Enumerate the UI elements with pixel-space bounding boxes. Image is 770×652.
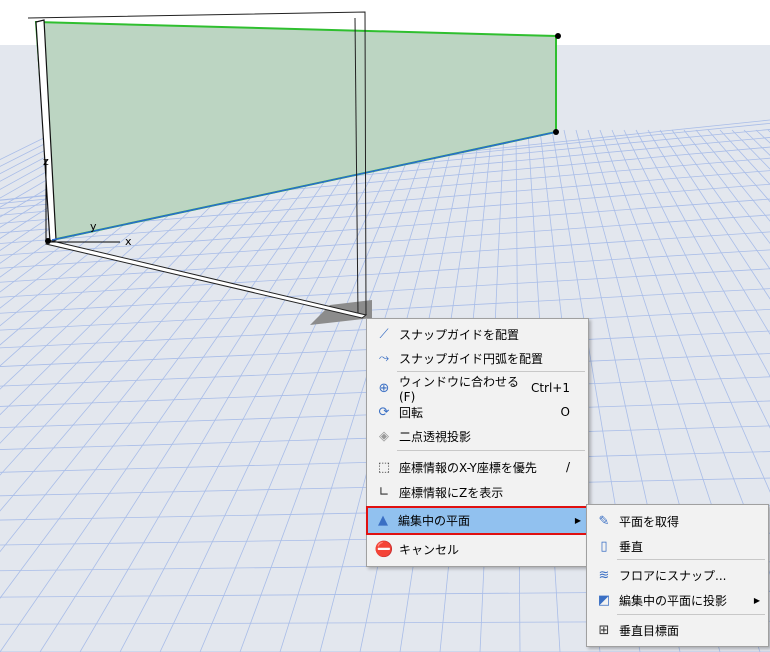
snap-guide-icon: ⟋ [379, 326, 389, 342]
cancel-icon: ⛔ [374, 540, 394, 558]
vertical-icon: ▯ [600, 538, 608, 554]
submenu-arrow-icon: ▶ [753, 595, 760, 605]
submenu-item-snap-floor[interactable]: ≋ フロアにスナップ... [589, 563, 766, 587]
menu-item-xy-priority[interactable]: ⬚ 座標情報のX-Y座標を優先 / [369, 455, 586, 479]
menu-item-place-snap-guide[interactable]: ⟋ スナップガイドを配置 [369, 322, 586, 346]
submenu-item-pick-plane[interactable]: ✎ 平面を取得 [589, 509, 766, 533]
x-axis-label: x [125, 235, 132, 248]
two-point-perspective-icon: ◈ [379, 428, 389, 444]
fit-window-icon: ⊕ [378, 380, 390, 396]
submenu-item-vertical[interactable]: ▯ 垂直 [589, 534, 766, 558]
editing-plane-icon: ▲ [378, 513, 388, 528]
menu-item-editing-plane[interactable]: ▲ 編集中の平面 ▶ [366, 506, 589, 535]
submenu-arrow-icon: ▶ [574, 516, 581, 525]
submenu-item-project-plane[interactable]: ◩ 編集中の平面に投影 ▶ [589, 588, 766, 612]
menu-item-cancel[interactable]: ⛔ キャンセル [369, 537, 586, 561]
editing-plane-submenu: ✎ 平面を取得 ▯ 垂直 ≋ フロアにスナップ... ◩ 編集中の平面に投影 ▶ ⊞ 垂直目… [586, 504, 769, 647]
submenu-item-vertical-target[interactable]: ⊞ 垂直目標面 [589, 618, 766, 642]
menu-item-fit-window[interactable]: ⊕ ウィンドウに合わせる(F) Ctrl+1 [369, 375, 586, 404]
menu-item-place-snap-arc[interactable]: ⤳ スナップガイド円弧を配置 [369, 346, 586, 370]
rotate-icon: ⟳ [378, 404, 390, 420]
snap-guide-arc-icon: ⤳ [378, 350, 390, 366]
project-plane-icon: ◩ [597, 592, 611, 608]
show-z-icon: ∟ [378, 484, 390, 500]
pick-plane-icon: ✎ [598, 513, 610, 529]
y-axis-label: y [90, 220, 97, 233]
xy-priority-icon: ⬚ [377, 459, 391, 475]
snap-floor-icon: ≋ [598, 567, 610, 583]
context-menu: ⟋ スナップガイドを配置 ⤳ スナップガイド円弧を配置 ⊕ ウィンドウに合わせる(F)… [366, 318, 589, 567]
menu-item-show-z[interactable]: ∟ 座標情報にZを表示 [369, 480, 586, 504]
vertical-target-icon: ⊞ [598, 622, 610, 638]
menu-item-rotate[interactable]: ⟳ 回転 O [369, 400, 586, 424]
z-axis-label: z [43, 155, 49, 168]
menu-item-two-point-perspective[interactable]: ◈ 二点透視投影 [369, 424, 586, 448]
